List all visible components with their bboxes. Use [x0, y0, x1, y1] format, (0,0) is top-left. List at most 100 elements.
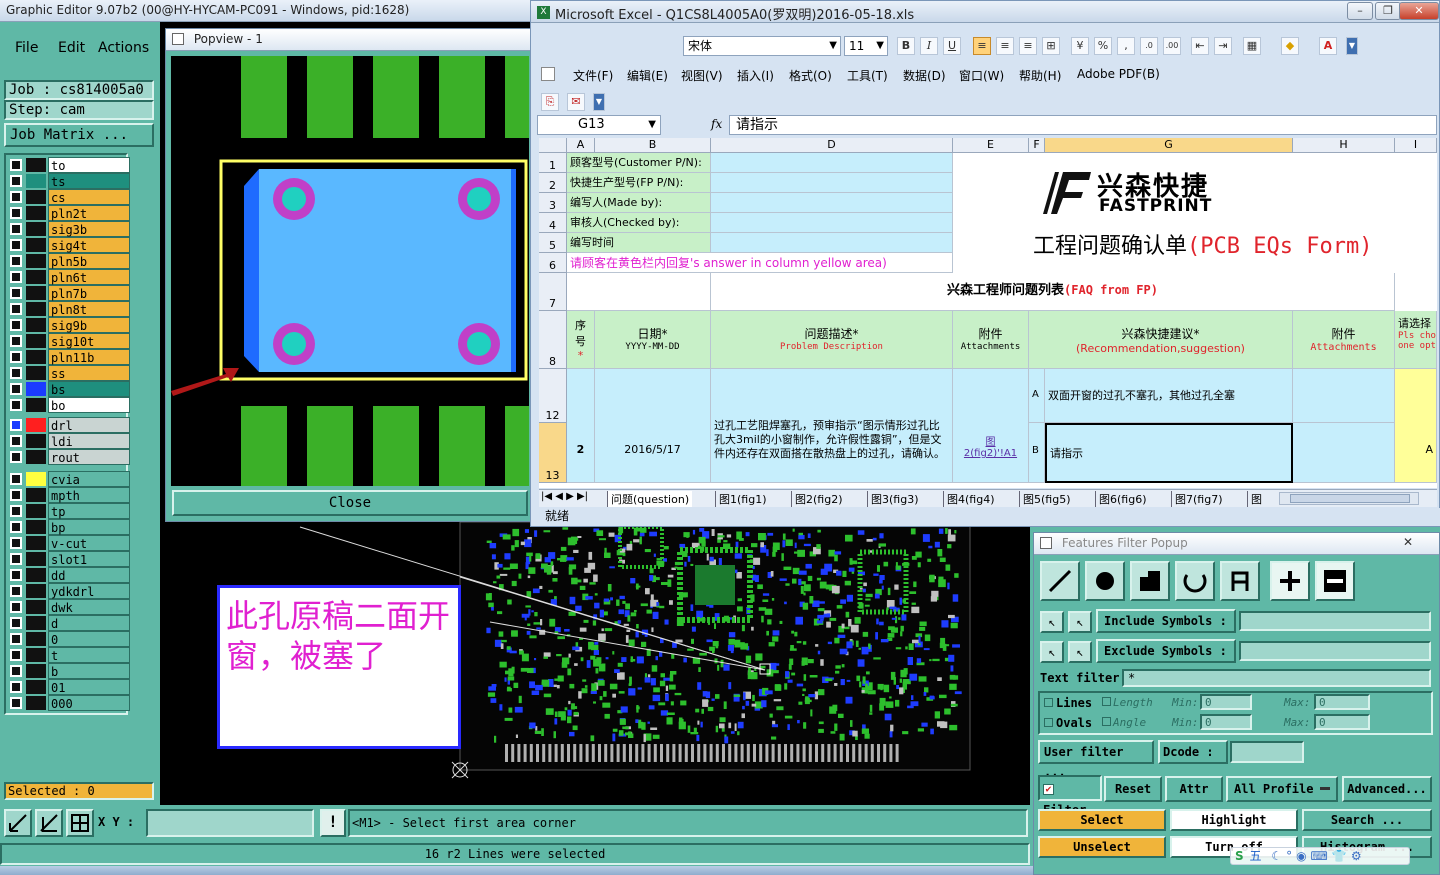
lines-checkbox[interactable]: Lines: [1044, 696, 1092, 710]
exclude-symbols-input[interactable]: [1239, 641, 1431, 661]
choice-cell[interactable]: A: [1395, 369, 1437, 483]
warning-icon[interactable]: !: [320, 809, 346, 837]
sheet-tab[interactable]: 图4(fig4): [943, 491, 998, 507]
layer-checkbox-icon[interactable]: [10, 649, 22, 661]
layer-checkbox-icon[interactable]: [10, 367, 22, 379]
sheet-tab[interactable]: 图2(fig2): [791, 491, 846, 507]
header-value-cell[interactable]: [711, 153, 953, 173]
layer-checkbox-icon[interactable]: [10, 633, 22, 645]
layer-row[interactable]: pln2t: [8, 205, 130, 221]
toolbar-options-icon[interactable]: ▼: [1346, 37, 1358, 55]
layer-checkbox-icon[interactable]: [10, 489, 22, 501]
excel-menu-item[interactable]: Adobe PDF(B): [1077, 67, 1160, 81]
layer-checkbox-icon[interactable]: [10, 553, 22, 565]
layer-row[interactable]: pln7b: [8, 285, 130, 301]
sheet-tab[interactable]: 图5(fig5): [1019, 491, 1074, 507]
length-max-input[interactable]: 0: [1314, 694, 1370, 710]
layer-checkbox-icon[interactable]: [10, 175, 22, 187]
excel-menu-item[interactable]: 工具(T): [847, 67, 888, 84]
row-header[interactable]: 3: [539, 193, 567, 213]
exclude-arrow2-icon[interactable]: ↖: [1068, 641, 1092, 663]
layer-row[interactable]: v-cut: [8, 535, 130, 551]
layer-checkbox-icon[interactable]: [10, 451, 22, 463]
layer-row[interactable]: tp: [8, 503, 130, 519]
layer-checkbox-icon[interactable]: [10, 399, 22, 411]
layer-row[interactable]: sig10t: [8, 333, 130, 349]
increase-decimal-button[interactable]: .0: [1140, 37, 1158, 55]
layer-row[interactable]: rout: [8, 449, 130, 465]
layer-row[interactable]: pln8t: [8, 301, 130, 317]
size-select[interactable]: 11 ▼: [844, 36, 888, 56]
header-value-cell[interactable]: [711, 213, 953, 233]
layer-checkbox-icon[interactable]: [10, 191, 22, 203]
layer-row[interactable]: t: [8, 647, 130, 663]
pad-feature-button[interactable]: [1085, 561, 1125, 601]
excel-menu-item[interactable]: 窗口(W): [959, 67, 1004, 84]
row-header[interactable]: 8: [539, 311, 567, 369]
header-label-cell[interactable]: 审核人(Checked by):: [567, 213, 711, 233]
percent-button[interactable]: %: [1094, 37, 1112, 55]
layer-checkbox-icon[interactable]: [10, 351, 22, 363]
layer-checkbox-icon[interactable]: [10, 419, 22, 431]
layer-row[interactable]: pln5b: [8, 253, 130, 269]
column-header[interactable]: I: [1395, 138, 1437, 153]
excel-menu-item[interactable]: 编辑(E): [627, 67, 668, 84]
option-b-cell[interactable]: B: [1029, 423, 1045, 483]
layer-row[interactable]: bp: [8, 519, 130, 535]
tab-scroll-first-icon[interactable]: |◀ ◀ ▶ ▶|: [541, 491, 588, 502]
layer-row[interactable]: dwk: [8, 599, 130, 615]
sheet-tab[interactable]: 问题(question): [607, 491, 693, 507]
sheet-grid[interactable]: A B D E F G H I 1 2 3 4 5 6 7 8 12 13 顾客型号(Customer P/N): 快…: [539, 138, 1437, 488]
column-header[interactable]: E: [953, 138, 1029, 153]
layer-checkbox-icon[interactable]: [10, 505, 22, 517]
excel-window[interactable]: X Microsoft Excel - Q1CS8L4005A0(罗双明)201…: [530, 0, 1440, 527]
filter-window[interactable]: Features Filter Popup ✕ ↖ ↖ Include Symb…: [1033, 532, 1440, 875]
layer-checkbox-icon[interactable]: [10, 569, 22, 581]
align-right-button[interactable]: ≡: [1019, 37, 1037, 55]
tool-zoom-icon[interactable]: [4, 809, 32, 837]
row-header[interactable]: 12: [539, 369, 567, 423]
positive-polarity-button[interactable]: [1270, 561, 1310, 601]
exclude-arrow-icon[interactable]: ↖: [1040, 641, 1064, 663]
instruction-cell[interactable]: 请顾客在黄色栏内回复's answer in column yellow are…: [567, 253, 953, 273]
row-header[interactable]: 6: [539, 253, 567, 273]
reset-button[interactable]: Reset: [1104, 776, 1162, 802]
font-select[interactable]: 宋体 ▼: [683, 36, 841, 56]
merge-center-button[interactable]: ⊞: [1042, 37, 1060, 55]
layer-row[interactable]: pln11b: [8, 349, 130, 365]
excel-minimize-button[interactable]: –: [1347, 2, 1373, 20]
editor-titlebar[interactable]: Graphic Editor 9.07b2 (00@HY-HYCAM-PC091…: [0, 0, 530, 22]
layer-checkbox-icon[interactable]: [10, 271, 22, 283]
layer-checkbox-icon[interactable]: [10, 287, 22, 299]
negative-polarity-button[interactable]: [1315, 561, 1355, 601]
pdf-mail-icon[interactable]: ✉: [567, 93, 585, 111]
desc-header[interactable]: 问题描述* Problem Description: [711, 311, 953, 369]
excel-maximize-button[interactable]: ❐: [1375, 2, 1401, 20]
header-label-cell[interactable]: 顾客型号(Customer P/N):: [567, 153, 711, 173]
popview-close-button[interactable]: Close: [172, 490, 528, 516]
sheet-tab[interactable]: 图7(fig7): [1171, 491, 1226, 507]
popview-canvas[interactable]: [171, 56, 529, 486]
date-cell[interactable]: 2016/5/17: [595, 369, 711, 483]
layer-row[interactable]: bs: [8, 381, 130, 397]
formula-bar[interactable]: 请指示: [729, 115, 1437, 135]
underline-button[interactable]: U: [943, 37, 961, 55]
highlight-button[interactable]: Highlight: [1170, 809, 1298, 831]
row-header[interactable]: 13: [539, 423, 567, 483]
suggestion-a-cell[interactable]: 双面开窗的过孔不塞孔，其他过孔全塞: [1045, 369, 1293, 423]
filter-toggle[interactable]: ✔Filter: [1038, 775, 1102, 817]
fill-color-button[interactable]: ◆: [1281, 37, 1299, 55]
layer-checkbox-icon[interactable]: [10, 319, 22, 331]
faq-title-cell[interactable]: [567, 273, 711, 311]
excel-menu-item[interactable]: 文件(F): [573, 67, 613, 84]
layer-checkbox-icon[interactable]: [10, 697, 22, 709]
length-checkbox[interactable]: Length: [1102, 696, 1153, 709]
header-value-cell[interactable]: [711, 173, 953, 193]
angle-min-input[interactable]: 0: [1200, 714, 1252, 730]
column-header[interactable]: B: [595, 138, 711, 153]
all-profile-button[interactable]: All Profile: [1226, 776, 1338, 802]
excel-close-button[interactable]: ✕: [1399, 2, 1439, 20]
seq-header[interactable]: 序号 *: [567, 311, 595, 369]
layer-checkbox-icon[interactable]: [10, 585, 22, 597]
excel-menu-item[interactable]: 格式(O): [789, 67, 832, 84]
